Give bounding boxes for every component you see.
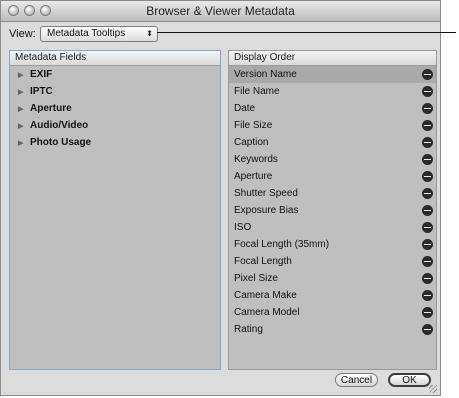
metadata-field-label: Photo Usage — [30, 137, 92, 148]
display-order-item[interactable]: Focal Length — [229, 253, 436, 270]
metadata-field-label: IPTC — [30, 86, 53, 97]
metadata-field-label: EXIF — [30, 69, 53, 80]
display-order-label: Pixel Size — [234, 273, 278, 284]
display-order-header[interactable]: Display Order — [229, 51, 436, 66]
metadata-fields-header[interactable]: Metadata Fields — [10, 51, 220, 66]
metadata-field-item[interactable]: ▶ Photo Usage — [10, 134, 220, 151]
display-order-item[interactable]: Date — [229, 100, 436, 117]
disclosure-triangle-icon[interactable]: ▶ — [18, 118, 24, 135]
display-order-label: Rating — [234, 324, 263, 335]
display-order-item[interactable]: Rating — [229, 321, 436, 338]
view-label: View: — [9, 28, 36, 40]
remove-minus-icon[interactable] — [422, 103, 433, 114]
display-order-panel: Display Order Version Name File Name Date F… — [228, 50, 437, 370]
metadata-fields-list: ▶ EXIF ▶ IPTC ▶ Aperture ▶ Audio/Video ▶ Photo Us… — [10, 66, 220, 151]
disclosure-triangle-icon[interactable]: ▶ — [18, 135, 24, 152]
disclosure-triangle-icon[interactable]: ▶ — [18, 67, 24, 84]
metadata-field-label: Aperture — [30, 103, 72, 114]
display-order-item[interactable]: File Size — [229, 117, 436, 134]
display-order-label: Exposure Bias — [234, 205, 299, 216]
display-order-label: Caption — [234, 137, 269, 148]
remove-minus-icon[interactable] — [422, 324, 433, 335]
remove-minus-icon[interactable] — [422, 188, 433, 199]
display-order-item[interactable]: Caption — [229, 134, 436, 151]
metadata-field-item[interactable]: ▶ Audio/Video — [10, 117, 220, 134]
display-order-list: Version Name File Name Date File Size Captio… — [229, 66, 436, 338]
window-title: Browser & Viewer Metadata — [146, 4, 295, 18]
metadata-fields-panel: Metadata Fields ▶ EXIF ▶ IPTC ▶ Aperture ▶ Audi… — [9, 50, 221, 370]
display-order-label: Aperture — [234, 171, 273, 182]
remove-minus-icon[interactable] — [422, 239, 433, 250]
remove-minus-icon[interactable] — [422, 307, 433, 318]
display-order-label: Date — [234, 103, 256, 114]
display-order-label: Camera Model — [234, 307, 300, 318]
display-order-label: File Size — [234, 120, 273, 131]
display-order-item[interactable]: Focal Length (35mm) — [229, 236, 436, 253]
display-order-item[interactable]: ISO — [229, 219, 436, 236]
metadata-field-label: Audio/Video — [30, 120, 89, 131]
resize-grip[interactable] — [429, 385, 437, 393]
display-order-item[interactable]: Version Name — [229, 66, 436, 83]
title-bar[interactable]: Browser & Viewer Metadata — [1, 1, 440, 22]
display-order-item[interactable]: Keywords — [229, 151, 436, 168]
metadata-field-item[interactable]: ▶ EXIF — [10, 66, 220, 83]
display-order-label: Version Name — [234, 69, 297, 80]
display-order-item[interactable]: Camera Model — [229, 304, 436, 321]
remove-minus-icon[interactable] — [422, 290, 433, 301]
display-order-item[interactable]: Pixel Size — [229, 270, 436, 287]
ok-button[interactable]: OK — [388, 373, 431, 387]
metadata-field-item[interactable]: ▶ IPTC — [10, 83, 220, 100]
remove-minus-icon[interactable] — [422, 171, 433, 182]
display-order-item[interactable]: File Name — [229, 83, 436, 100]
display-order-label: Focal Length — [234, 256, 292, 267]
disclosure-triangle-icon[interactable]: ▶ — [18, 101, 24, 118]
callout-line — [157, 32, 456, 33]
metadata-dialog: Browser & Viewer Metadata View: Metadata… — [0, 0, 441, 396]
disclosure-triangle-icon[interactable]: ▶ — [18, 84, 24, 101]
view-select[interactable]: Metadata Tooltips ⬍ — [40, 26, 158, 42]
remove-minus-icon[interactable] — [422, 69, 433, 80]
display-order-label: Focal Length (35mm) — [234, 239, 330, 250]
display-order-item[interactable]: Aperture — [229, 168, 436, 185]
metadata-field-item[interactable]: ▶ Aperture — [10, 100, 220, 117]
remove-minus-icon[interactable] — [422, 120, 433, 131]
display-order-label: Keywords — [234, 154, 278, 165]
display-order-item[interactable]: Shutter Speed — [229, 185, 436, 202]
display-order-label: File Name — [234, 86, 280, 97]
cancel-button[interactable]: Cancel — [335, 373, 378, 387]
display-order-item[interactable]: Camera Make — [229, 287, 436, 304]
remove-minus-icon[interactable] — [422, 86, 433, 97]
remove-minus-icon[interactable] — [422, 205, 433, 216]
view-select-value: Metadata Tooltips — [47, 28, 126, 39]
remove-minus-icon[interactable] — [422, 256, 433, 267]
remove-minus-icon[interactable] — [422, 273, 433, 284]
remove-minus-icon[interactable] — [422, 137, 433, 148]
remove-minus-icon[interactable] — [422, 154, 433, 165]
popup-arrows-icon: ⬍ — [146, 29, 153, 38]
display-order-label: ISO — [234, 222, 252, 233]
display-order-label: Shutter Speed — [234, 188, 298, 199]
remove-minus-icon[interactable] — [422, 222, 433, 233]
display-order-label: Camera Make — [234, 290, 297, 301]
display-order-item[interactable]: Exposure Bias — [229, 202, 436, 219]
